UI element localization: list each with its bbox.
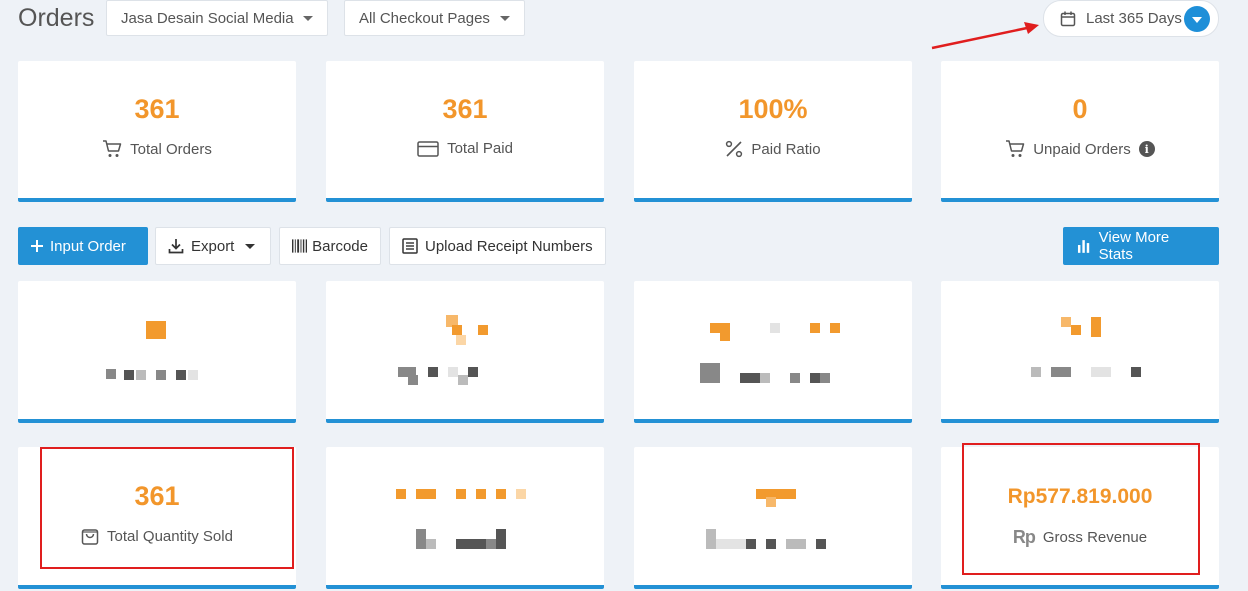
stat-value: 0: [1072, 94, 1088, 124]
product-filter-dropdown[interactable]: Jasa Desain Social Media: [106, 0, 328, 36]
pixelated-label: [1031, 367, 1041, 377]
chevron-down-icon[interactable]: [1184, 5, 1210, 32]
stat-card-paid-ratio: 100% Paid Ratio: [634, 61, 912, 202]
annotation-highlight-box: [40, 447, 294, 569]
input-order-button[interactable]: Input Order: [18, 227, 148, 265]
date-range-label: Last 365 Days: [1086, 10, 1182, 27]
pixelated-value: [1061, 317, 1071, 327]
chevron-down-icon: [500, 15, 510, 21]
stat-card-obscured: [941, 281, 1219, 423]
stat-card-total-paid: 361 Total Paid: [326, 61, 604, 202]
stat-label: Unpaid Orders i: [1005, 140, 1155, 158]
cart-icon: [103, 140, 122, 157]
stat-card-unpaid-orders: 0 Unpaid Orders i: [941, 61, 1219, 202]
stat-label: Total Paid: [417, 140, 513, 157]
pixelated-value: [756, 489, 796, 499]
stat-value: 100%: [738, 94, 808, 124]
stat-card-obscured: [634, 281, 912, 423]
annotation-arrow: [931, 22, 1039, 50]
list-icon: [402, 238, 418, 254]
calendar-icon: [1060, 11, 1076, 26]
pixelated-label: [706, 529, 716, 549]
stat-card-obscured: [326, 447, 604, 589]
info-icon[interactable]: i: [1138, 141, 1155, 157]
pixelated-value: [146, 321, 166, 339]
view-more-stats-button[interactable]: View More Stats: [1063, 227, 1219, 265]
bar-chart-icon: [1077, 240, 1090, 253]
page-title: Orders: [18, 4, 95, 32]
barcode-button[interactable]: Barcode: [279, 227, 381, 265]
stat-card-obscured: [326, 281, 604, 423]
stat-card-total-orders: 361 Total Orders: [18, 61, 296, 202]
barcode-icon: [292, 239, 308, 253]
download-icon: [168, 239, 184, 254]
stat-card-obscured: [18, 281, 296, 423]
pixelated-label: [106, 369, 116, 379]
stat-value: 361: [134, 94, 180, 124]
cart-icon: [1006, 140, 1025, 157]
annotation-highlight-box: [962, 443, 1200, 575]
pixelated-label: [700, 363, 720, 383]
stat-label: Total Orders: [102, 140, 212, 158]
chevron-down-icon: [245, 243, 256, 249]
chevron-down-icon: [303, 15, 313, 21]
upload-receipt-numbers-button[interactable]: Upload Receipt Numbers: [389, 227, 606, 265]
plus-icon: [31, 240, 43, 252]
stat-label: Paid Ratio: [725, 140, 821, 158]
date-range-button[interactable]: Last 365 Days: [1043, 0, 1219, 37]
checkout-filter-value: All Checkout Pages: [359, 9, 490, 27]
stat-value: 361: [442, 94, 488, 124]
percent-icon: [726, 140, 743, 158]
checkout-filter-dropdown[interactable]: All Checkout Pages: [344, 0, 525, 36]
pixelated-label: [416, 529, 426, 549]
credit-card-icon: [417, 140, 439, 157]
product-filter-value: Jasa Desain Social Media: [121, 9, 294, 27]
pixelated-value: [396, 489, 406, 499]
export-button[interactable]: Export: [155, 227, 271, 265]
stat-card-obscured: [634, 447, 912, 589]
